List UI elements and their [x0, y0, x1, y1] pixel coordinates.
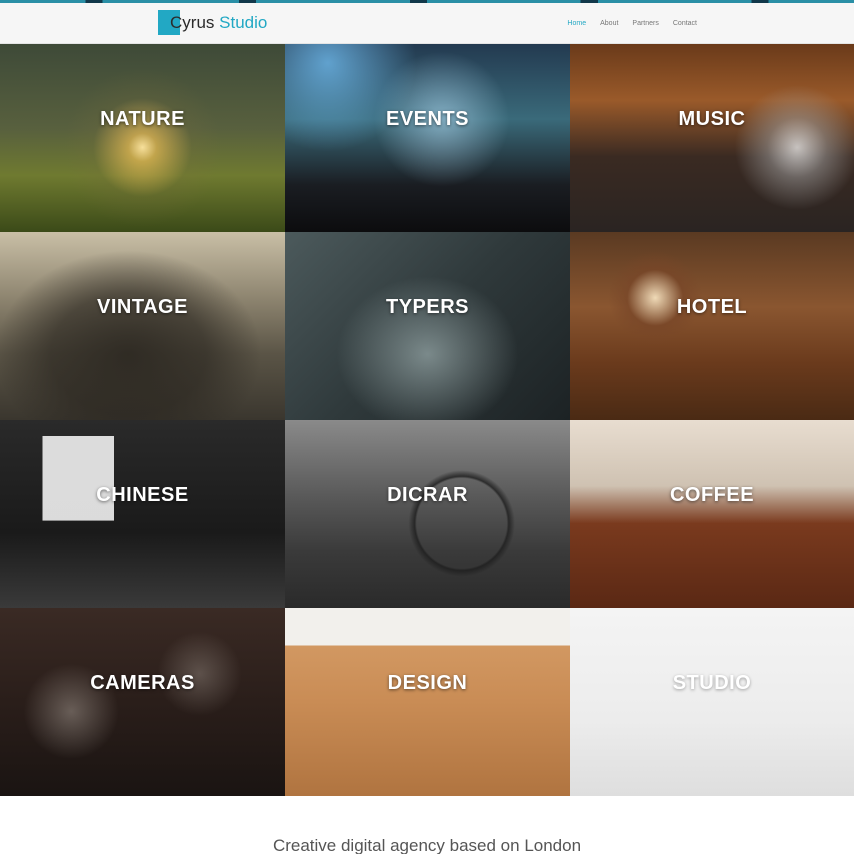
portfolio-tile-hotel[interactable]: HOTEL	[570, 232, 854, 420]
portfolio-tile-coffee[interactable]: COFFEE	[570, 420, 854, 608]
site-header: Cyrus Studio Home About Partners Contact	[0, 3, 854, 44]
logo-name-first: Cyrus	[170, 13, 215, 32]
tile-label: CHINESE	[96, 483, 189, 506]
tile-label: DESIGN	[387, 671, 468, 694]
tile-image	[285, 420, 570, 608]
portfolio-tile-cameras[interactable]: CAMERAS	[0, 608, 285, 796]
tile-image	[570, 44, 854, 232]
portfolio-tile-nature[interactable]: NATURE	[0, 44, 285, 232]
tile-label: HOTEL	[676, 295, 748, 318]
tile-label: STUDIO	[672, 671, 752, 694]
tile-label: CAMERAS	[90, 671, 195, 694]
tile-image	[285, 232, 570, 420]
tile-image	[285, 608, 570, 796]
site-logo[interactable]: Cyrus Studio	[158, 9, 267, 37]
main-nav: Home About Partners Contact	[553, 3, 697, 43]
nav-item-home[interactable]: Home	[567, 20, 586, 27]
portfolio-tile-typers[interactable]: TYPERS	[285, 232, 570, 420]
logo-text: Cyrus Studio	[158, 13, 267, 33]
tile-label: NATURE	[100, 107, 185, 130]
tile-label: DICRAR	[387, 483, 468, 506]
tile-image	[570, 608, 854, 796]
page: Cyrus Studio Home About Partners Contact…	[0, 0, 854, 854]
agency-tagline: Creative digital agency based on London	[272, 836, 582, 854]
portfolio-grid: NATURE EVENTS MUSIC VINTAGE TYPERS HOTEL…	[0, 44, 854, 796]
tile-label: VINTAGE	[97, 295, 188, 318]
portfolio-tile-music[interactable]: MUSIC	[570, 44, 854, 232]
tile-label: TYPERS	[385, 295, 470, 318]
tile-image	[0, 44, 285, 232]
tile-image	[0, 420, 285, 608]
tile-label: EVENTS	[385, 107, 470, 130]
nav-item-partners[interactable]: Partners	[632, 20, 658, 27]
tile-image	[570, 232, 854, 420]
tile-image	[0, 232, 285, 420]
portfolio-tile-chinese[interactable]: CHINESE	[0, 420, 285, 608]
logo-name-second: Studio	[219, 13, 268, 32]
tile-image	[0, 608, 285, 796]
nav-item-about[interactable]: About	[600, 20, 618, 27]
portfolio-tile-vintage[interactable]: VINTAGE	[0, 232, 285, 420]
portfolio-tile-dicrar[interactable]: DICRAR	[285, 420, 570, 608]
tile-label: MUSIC	[678, 107, 746, 130]
tile-label: COFFEE	[669, 483, 755, 506]
tile-image	[570, 420, 854, 608]
portfolio-tile-studio[interactable]: STUDIO	[570, 608, 854, 796]
nav-item-contact[interactable]: Contact	[673, 20, 697, 27]
portfolio-tile-design[interactable]: DESIGN	[285, 608, 570, 796]
portfolio-tile-events[interactable]: EVENTS	[285, 44, 570, 232]
tile-image	[285, 44, 570, 232]
